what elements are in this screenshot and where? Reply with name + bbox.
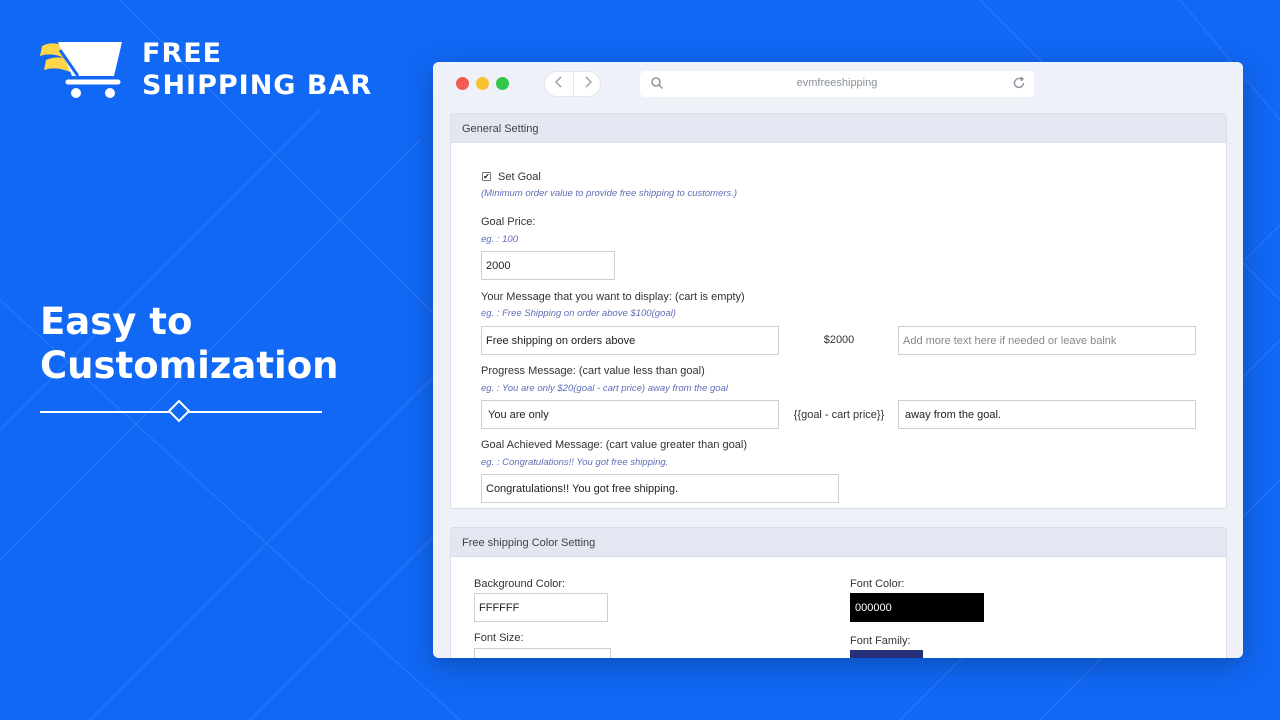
color-setting-title: Free shipping Color Setting xyxy=(451,528,1226,557)
background-color-label: Background Color: xyxy=(474,578,566,590)
headline-line2: Customization xyxy=(40,344,339,387)
color-setting-panel: Free shipping Color Setting Background C… xyxy=(450,527,1227,658)
headline: Easy to Customization xyxy=(40,300,339,388)
progress-message-formula: {{goal - cart price}} xyxy=(793,409,885,421)
general-setting-title: General Setting xyxy=(451,114,1226,143)
goal-price-input[interactable]: 2000 xyxy=(481,251,615,280)
achieved-message-label: Goal Achieved Message: (cart value great… xyxy=(481,439,747,451)
empty-message-suffix-input[interactable]: Add more text here if needed or leave ba… xyxy=(898,326,1196,355)
empty-message-hint: eg. : Free Shipping on order above $100(… xyxy=(481,308,676,319)
progress-message-hint: eg. : You are only $20(goal - cart price… xyxy=(481,383,728,394)
empty-message-goal-value: $2000 xyxy=(823,334,855,346)
back-button[interactable] xyxy=(545,72,573,96)
search-icon xyxy=(651,77,664,90)
checkbox-check-icon: ✔ xyxy=(483,172,490,181)
chevron-right-icon xyxy=(584,76,592,88)
font-family-select[interactable] xyxy=(850,650,923,658)
background-color-input[interactable]: FFFFFF xyxy=(474,593,608,622)
logo-title-line2: SHIPPING BAR xyxy=(142,70,373,101)
set-goal-label: Set Goal xyxy=(498,171,541,183)
reload-icon[interactable] xyxy=(1012,76,1026,90)
font-family-label: Font Family: xyxy=(850,635,911,647)
browser-content: General Setting ✔ Set Goal (Minimum orde… xyxy=(433,106,1243,658)
set-goal-checkbox[interactable]: ✔ xyxy=(482,172,491,181)
progress-message-label: Progress Message: (cart value less than … xyxy=(481,365,705,377)
forward-button[interactable] xyxy=(573,72,601,96)
close-window-button[interactable] xyxy=(456,77,469,90)
achieved-message-hint: eg. : Congratulations!! You got free shi… xyxy=(481,457,669,468)
browser-toolbar: evmfreeshipping xyxy=(433,62,1243,106)
cart-icon xyxy=(40,42,122,98)
maximize-window-button[interactable] xyxy=(496,77,509,90)
address-bar[interactable]: evmfreeshipping xyxy=(640,71,1034,97)
achieved-message-input[interactable]: Congratulations!! You got free shipping. xyxy=(481,474,839,503)
progress-message-input[interactable]: You are only xyxy=(481,400,779,429)
empty-message-label: Your Message that you want to display: (… xyxy=(481,291,745,303)
diamond-icon xyxy=(167,399,191,423)
goal-price-hint: eg. : 100 xyxy=(481,234,518,245)
general-setting-panel: General Setting ✔ Set Goal (Minimum orde… xyxy=(450,113,1227,509)
font-color-input[interactable]: 000000 xyxy=(850,593,984,622)
headline-line1: Easy to xyxy=(40,300,193,343)
font-color-label: Font Color: xyxy=(850,578,905,590)
headline-divider xyxy=(40,399,322,424)
navigation-buttons xyxy=(544,71,601,97)
goal-price-label: Goal Price: xyxy=(481,216,536,228)
set-goal-hint: (Minimum order value to provide free shi… xyxy=(481,188,738,199)
font-size-label: Font Size: xyxy=(474,632,524,644)
progress-message-suffix-input[interactable]: away from the goal. xyxy=(898,400,1196,429)
url-text: evmfreeshipping xyxy=(796,77,878,89)
browser-window: evmfreeshipping General Setting ✔ Set Go… xyxy=(433,62,1243,658)
chevron-left-icon xyxy=(554,76,562,88)
logo-title-line1: FREE xyxy=(142,38,223,69)
minimize-window-button[interactable] xyxy=(476,77,489,90)
font-size-input[interactable] xyxy=(474,648,611,658)
brand-logo: FREE SHIPPING BAR xyxy=(38,36,378,106)
empty-message-input[interactable]: Free shipping on orders above xyxy=(481,326,779,355)
